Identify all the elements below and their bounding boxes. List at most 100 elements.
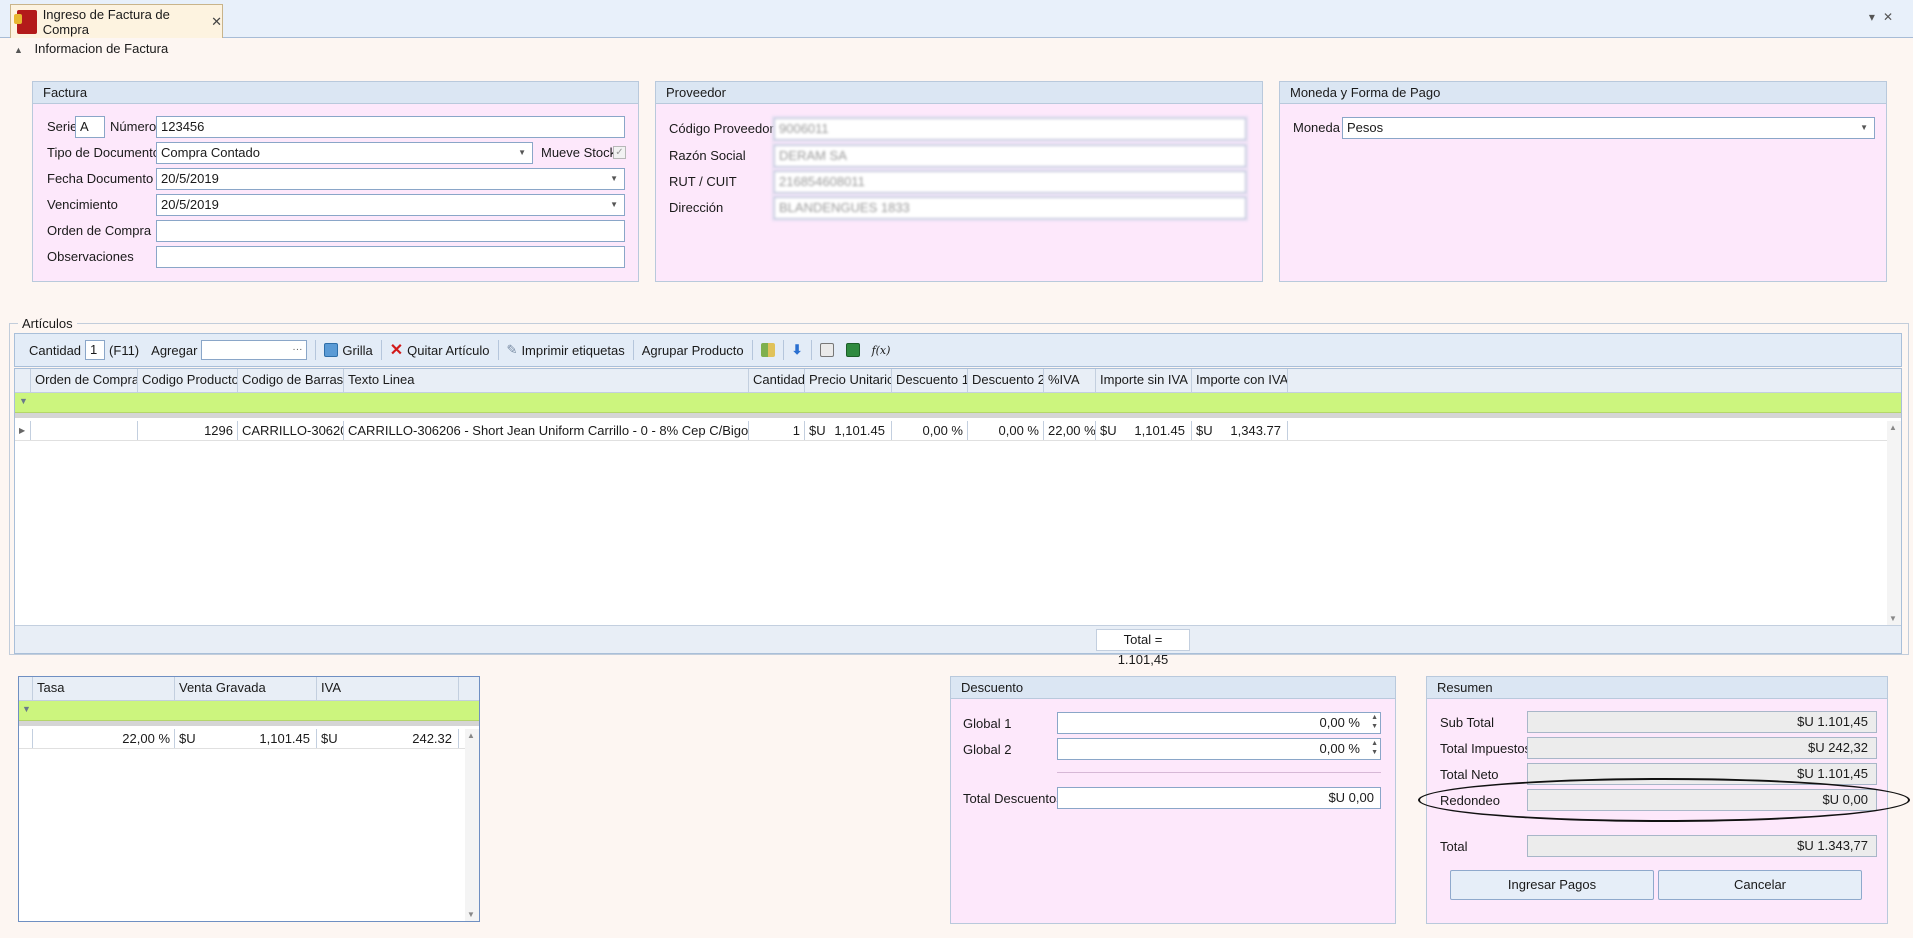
cell-codigo-producto[interactable]: 1296 [138, 421, 238, 440]
mueve-stock-checkbox[interactable]: ✓ [613, 146, 626, 159]
cell-codigo-barras[interactable]: CARRILLO-306206 [238, 421, 344, 440]
global1-spinner[interactable]: 0,00 % ▲ ▼ [1057, 712, 1381, 734]
cell-cantidad[interactable]: 1 [749, 421, 805, 440]
col-iva[interactable]: %IVA [1044, 369, 1096, 392]
spinner-arrows-icon[interactable]: ▲ ▼ [1371, 739, 1378, 757]
col-orden-compra[interactable]: Orden de Compra [31, 369, 138, 392]
move-down-button[interactable]: ⬇ [786, 342, 809, 358]
cell-descuento-2[interactable]: 0,00 % [968, 421, 1044, 440]
tab-ingreso-factura[interactable]: Ingreso de Factura de Compra ✕ [10, 4, 223, 38]
col-precio-unitario[interactable]: Precio Unitario [805, 369, 892, 392]
cell-precio-unitario[interactable]: $U 1,101.45 [805, 421, 892, 440]
cell-iva-amount[interactable]: $U 242.32 [317, 729, 459, 748]
imprimir-etiquetas-button[interactable]: ✎ Imprimir etiquetas [501, 342, 631, 358]
row-indicator: ▶ [15, 421, 31, 440]
codigo-proveedor-field[interactable]: 9006011 [774, 118, 1246, 140]
agrupar-producto-button[interactable]: Agrupar Producto [636, 343, 750, 358]
agrupar-producto-label: Agrupar Producto [641, 342, 744, 358]
cell-iva[interactable]: 22,00 % [1044, 421, 1096, 440]
col-texto-linea[interactable]: Texto Linea [344, 369, 749, 392]
moneda-select[interactable]: Pesos ▼ [1342, 117, 1875, 139]
formula-button[interactable]: f(x) [866, 344, 897, 357]
cell-venta-gravada[interactable]: $U 1,101.45 [175, 729, 317, 748]
numero-label: Número [110, 119, 157, 134]
scroll-down-icon[interactable]: ▼ [467, 910, 475, 919]
ingresar-pagos-button[interactable]: Ingresar Pagos [1450, 870, 1654, 900]
total-label: Total [1440, 839, 1468, 854]
agregar-input[interactable]: ··· [201, 340, 308, 360]
invoice-book-icon [14, 9, 37, 34]
delete-x-icon: ✕ [389, 342, 404, 359]
vertical-scrollbar[interactable]: ▲ ▼ [465, 729, 479, 921]
col-codigo-producto[interactable]: Codigo Producto [138, 369, 238, 392]
global2-label: Global 2 [963, 742, 1012, 757]
total-descuentos-field: $U 0,00 [1057, 787, 1381, 809]
codigo-proveedor-label: Código Proveedor [669, 121, 774, 136]
observaciones-field[interactable] [156, 246, 625, 268]
mueve-stock-label: Mueve Stock [541, 145, 617, 160]
preview-button[interactable] [814, 343, 840, 357]
quitar-articulo-button[interactable]: ✕ Quitar Artículo [384, 340, 496, 360]
grilla-label: Grilla [342, 342, 373, 358]
col-descuento-2[interactable]: Descuento 2 [968, 369, 1044, 392]
spinner-arrows-icon[interactable]: ▲ ▼ [1371, 713, 1378, 731]
col-iva-amount[interactable]: IVA [317, 677, 459, 700]
global2-spinner[interactable]: 0,00 % ▲ ▼ [1057, 738, 1381, 760]
section-header[interactable]: ▲ Informacion de Factura [14, 41, 168, 56]
filter-row[interactable]: ▼ [19, 701, 479, 721]
col-cantidad[interactable]: Cantidad [749, 369, 805, 392]
cell-descuento-1[interactable]: 0,00 % [892, 421, 968, 440]
tab-menu-icon[interactable]: ▾✕ [1869, 10, 1901, 24]
col-descuento-1[interactable]: Descuento 1 [892, 369, 968, 392]
toolbar-separator [810, 340, 812, 360]
excel-export-button[interactable] [840, 343, 866, 357]
grilla-button[interactable]: Grilla [318, 343, 378, 358]
orden-compra-label: Orden de Compra [47, 223, 152, 238]
proveedor-title: Proveedor [656, 82, 1262, 104]
numero-field[interactable]: 123456 [156, 116, 625, 138]
tipo-documento-select[interactable]: Compra Contado ▼ [156, 142, 533, 164]
direccion-field[interactable]: BLANDENGUES 1833 [774, 197, 1246, 219]
cell-texto-linea[interactable]: CARRILLO-306206 - Short Jean Uniform Car… [344, 421, 749, 440]
scroll-up-icon[interactable]: ▲ [1889, 423, 1897, 432]
filter-row[interactable]: ▼ [15, 393, 1901, 413]
razon-social-field[interactable]: DERAM SA [774, 145, 1246, 167]
vertical-scrollbar[interactable]: ▲ ▼ [1887, 421, 1901, 625]
vencimiento-picker[interactable]: 20/5/2019 ▼ [156, 194, 625, 216]
print-preview-icon [819, 343, 834, 357]
cell-importe-con-iva[interactable]: $U 1,343.77 [1192, 421, 1288, 440]
col-venta-gravada[interactable]: Venta Gravada [175, 677, 317, 700]
divider [1057, 772, 1381, 773]
col-importe-sin-iva[interactable]: Importe sin IVA [1096, 369, 1192, 392]
resumen-title: Resumen [1427, 677, 1887, 699]
total-summary: Total = 1.101,45 [1096, 629, 1190, 667]
moneda-value: Pesos [1347, 120, 1384, 135]
cell-orden-compra[interactable] [31, 421, 138, 440]
fecha-documento-picker[interactable]: 20/5/2019 ▼ [156, 168, 625, 190]
fecha-documento-label: Fecha Documento [47, 171, 154, 186]
scroll-up-icon[interactable]: ▲ [467, 731, 475, 740]
scroll-down-icon[interactable]: ▼ [1889, 614, 1897, 623]
separator-row [19, 721, 479, 726]
col-tasa[interactable]: Tasa [33, 677, 175, 700]
col-importe-con-iva[interactable]: Importe con IVA [1192, 369, 1288, 392]
venta-gravada-value: 1,101.45 [259, 731, 310, 746]
serie-field[interactable]: A [75, 116, 105, 138]
close-icon[interactable]: ✕ [211, 14, 222, 30]
tab-strip: Ingreso de Factura de Compra ✕ ▾✕ [0, 0, 1913, 38]
table-row[interactable]: 22,00 % $U 1,101.45 $U 242.32 [19, 729, 479, 749]
agregar-label: Agregar [151, 342, 198, 358]
cell-importe-sin-iva[interactable]: $U 1,101.45 [1096, 421, 1192, 440]
cantidad-label: Cantidad [29, 342, 82, 358]
layout-button[interactable] [755, 343, 781, 357]
cell-tasa[interactable]: 22,00 % [33, 729, 175, 748]
ellipsis-icon[interactable]: ··· [292, 344, 302, 355]
rut-cuit-field[interactable]: 216854608011 [774, 171, 1246, 193]
rut-cuit-label: RUT / CUIT [669, 174, 737, 189]
orden-compra-field[interactable] [156, 220, 625, 242]
cantidad-input[interactable]: 1 [85, 340, 106, 360]
cancelar-button[interactable]: Cancelar [1658, 870, 1862, 900]
table-row[interactable]: ▶ 1296 CARRILLO-306206 CARRILLO-306206 -… [15, 421, 1901, 441]
col-codigo-barras[interactable]: Codigo de Barras [238, 369, 344, 392]
collapse-arrow-icon: ▲ [14, 45, 23, 55]
